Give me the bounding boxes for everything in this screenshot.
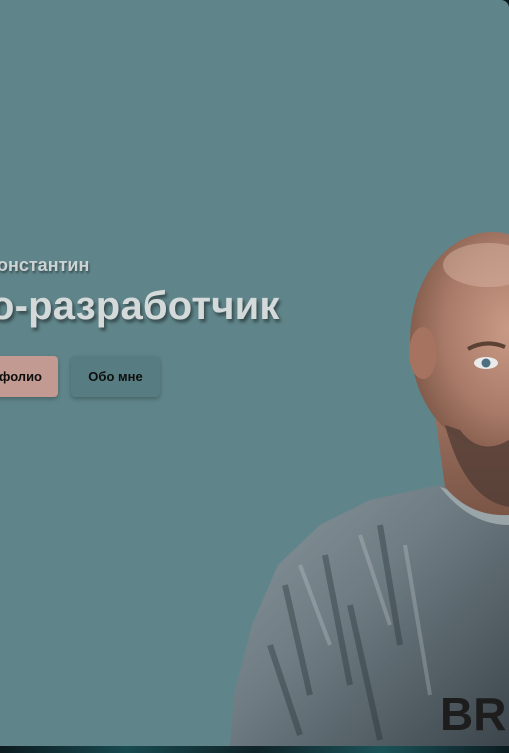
shirt-print: BR	[440, 688, 506, 740]
page: Константин о-разработчик фолио Обо мне	[0, 0, 509, 753]
bottom-strip	[0, 746, 509, 753]
portfolio-button[interactable]: фолио	[0, 356, 58, 397]
about-button[interactable]: Обо мне	[71, 356, 160, 397]
hero-section: Константин о-разработчик фолио Обо мне	[0, 0, 509, 746]
hero-greeting: Константин	[0, 255, 90, 275]
portrait-photo: BR	[230, 225, 509, 746]
